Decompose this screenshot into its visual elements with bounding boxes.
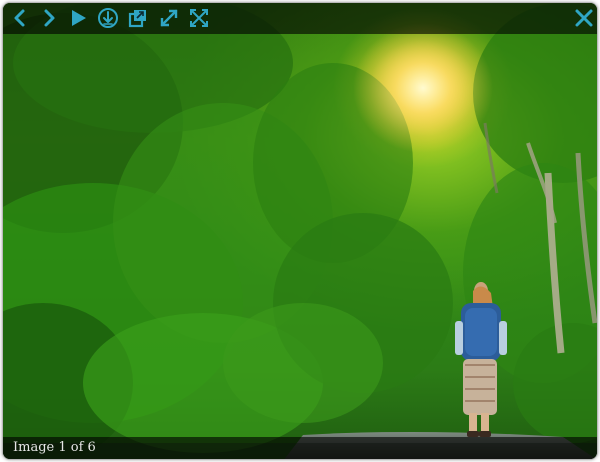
next-button[interactable] [38, 7, 60, 29]
forest-path-photo [3, 3, 597, 459]
image-counter-caption: Image 1 of 6 [13, 440, 96, 455]
external-link-icon [128, 10, 146, 28]
fit-to-screen-button[interactable] [188, 7, 210, 29]
arrows-out-icon [190, 9, 208, 27]
slideshow-play-button[interactable] [67, 7, 89, 29]
close-icon [575, 9, 593, 27]
caption-bar: Image 1 of 6 [3, 437, 597, 459]
lightbox-window: Image 1 of 6 [2, 2, 598, 460]
previous-button[interactable] [9, 7, 31, 29]
close-button[interactable] [573, 7, 595, 29]
lightbox-toolbar [3, 3, 597, 34]
open-in-new-window-button[interactable] [127, 7, 149, 29]
play-icon [72, 10, 86, 26]
chevron-left-icon [14, 9, 25, 27]
expand-diagonal-icon [160, 9, 178, 27]
download-button[interactable] [97, 7, 119, 29]
download-icon [98, 8, 118, 28]
fullscreen-button[interactable] [158, 7, 180, 29]
chevron-right-icon [44, 9, 55, 27]
photo-illustration [3, 3, 597, 459]
